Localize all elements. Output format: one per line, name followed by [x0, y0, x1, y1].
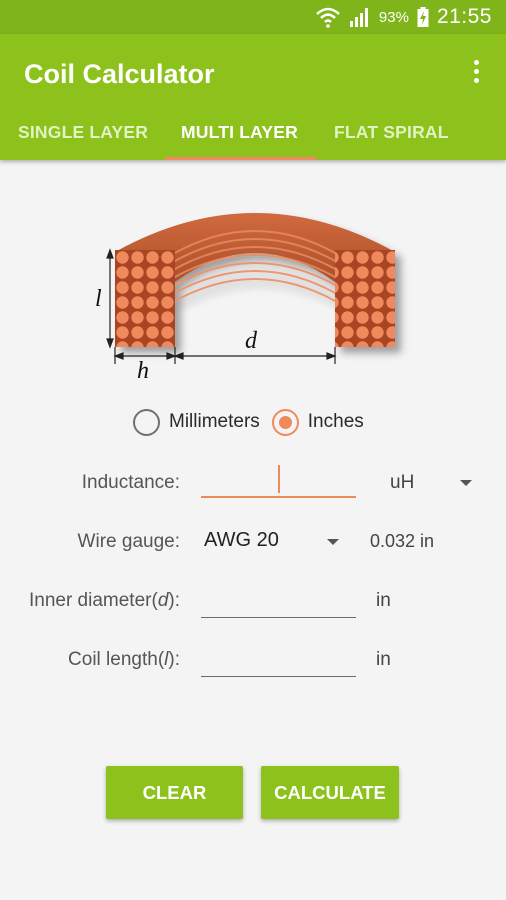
- inner-diameter-input[interactable]: [201, 584, 356, 618]
- inductance-unit-select[interactable]: uH: [390, 472, 414, 494]
- tab-indicator: [165, 157, 317, 160]
- diagram-label-d: d: [245, 328, 258, 354]
- coil-diagram: l h d: [95, 213, 395, 384]
- signal-icon: [349, 8, 368, 27]
- tab-multi-layer[interactable]: MULTI LAYER: [181, 122, 298, 143]
- wire-diameter-info: 0.032 in: [370, 531, 435, 551]
- tab-flat-spiral[interactable]: FLAT SPIRAL: [334, 122, 449, 143]
- chevron-down-icon[interactable]: [460, 480, 472, 486]
- tab-single-layer[interactable]: SINGLE LAYER: [18, 122, 148, 143]
- inner-diameter-label: Inner diameter(d):: [28, 590, 180, 611]
- clear-button[interactable]: CLEAR: [106, 766, 243, 819]
- coil-length-input[interactable]: [201, 643, 356, 677]
- overflow-menu-icon[interactable]: [470, 60, 482, 88]
- battery-percent: 93%: [378, 8, 409, 26]
- chevron-down-icon[interactable]: [327, 539, 339, 545]
- diagram-label-h: h: [137, 358, 149, 384]
- inductance-label: Inductance:: [81, 472, 180, 493]
- inches-label[interactable]: Inches: [308, 411, 364, 433]
- clock: 21:55: [436, 5, 492, 28]
- calculate-button[interactable]: CALCULATE: [261, 766, 399, 819]
- app-bar: Coil Calculator SINGLE LAYER MULTI LAYER…: [0, 34, 506, 160]
- diagram-label-l: l: [95, 286, 102, 312]
- coil-length-unit: in: [376, 649, 391, 670]
- text-cursor: [278, 465, 280, 493]
- coil-shape: [115, 213, 395, 347]
- wire-gauge-label: Wire gauge:: [77, 531, 180, 552]
- inches-radio[interactable]: [271, 408, 299, 436]
- wire-gauge-select[interactable]: AWG 20: [204, 529, 279, 552]
- coil-length-label: Coil length(l):: [68, 649, 180, 670]
- inner-diameter-unit: in: [376, 590, 391, 611]
- app-title: Coil Calculator: [24, 59, 215, 89]
- millimeters-radio[interactable]: [133, 408, 160, 436]
- unit-radio-group: Millimeters Inches: [133, 405, 376, 439]
- tab-bar: SINGLE LAYER MULTI LAYER FLAT SPIRAL: [0, 114, 506, 160]
- wifi-icon: [316, 7, 340, 28]
- status-bar: 93% 21:55: [0, 0, 506, 34]
- battery-charging-icon: [417, 7, 429, 27]
- status-bar-right: 93% 21:55: [315, 4, 492, 30]
- millimeters-label[interactable]: Millimeters: [169, 411, 260, 433]
